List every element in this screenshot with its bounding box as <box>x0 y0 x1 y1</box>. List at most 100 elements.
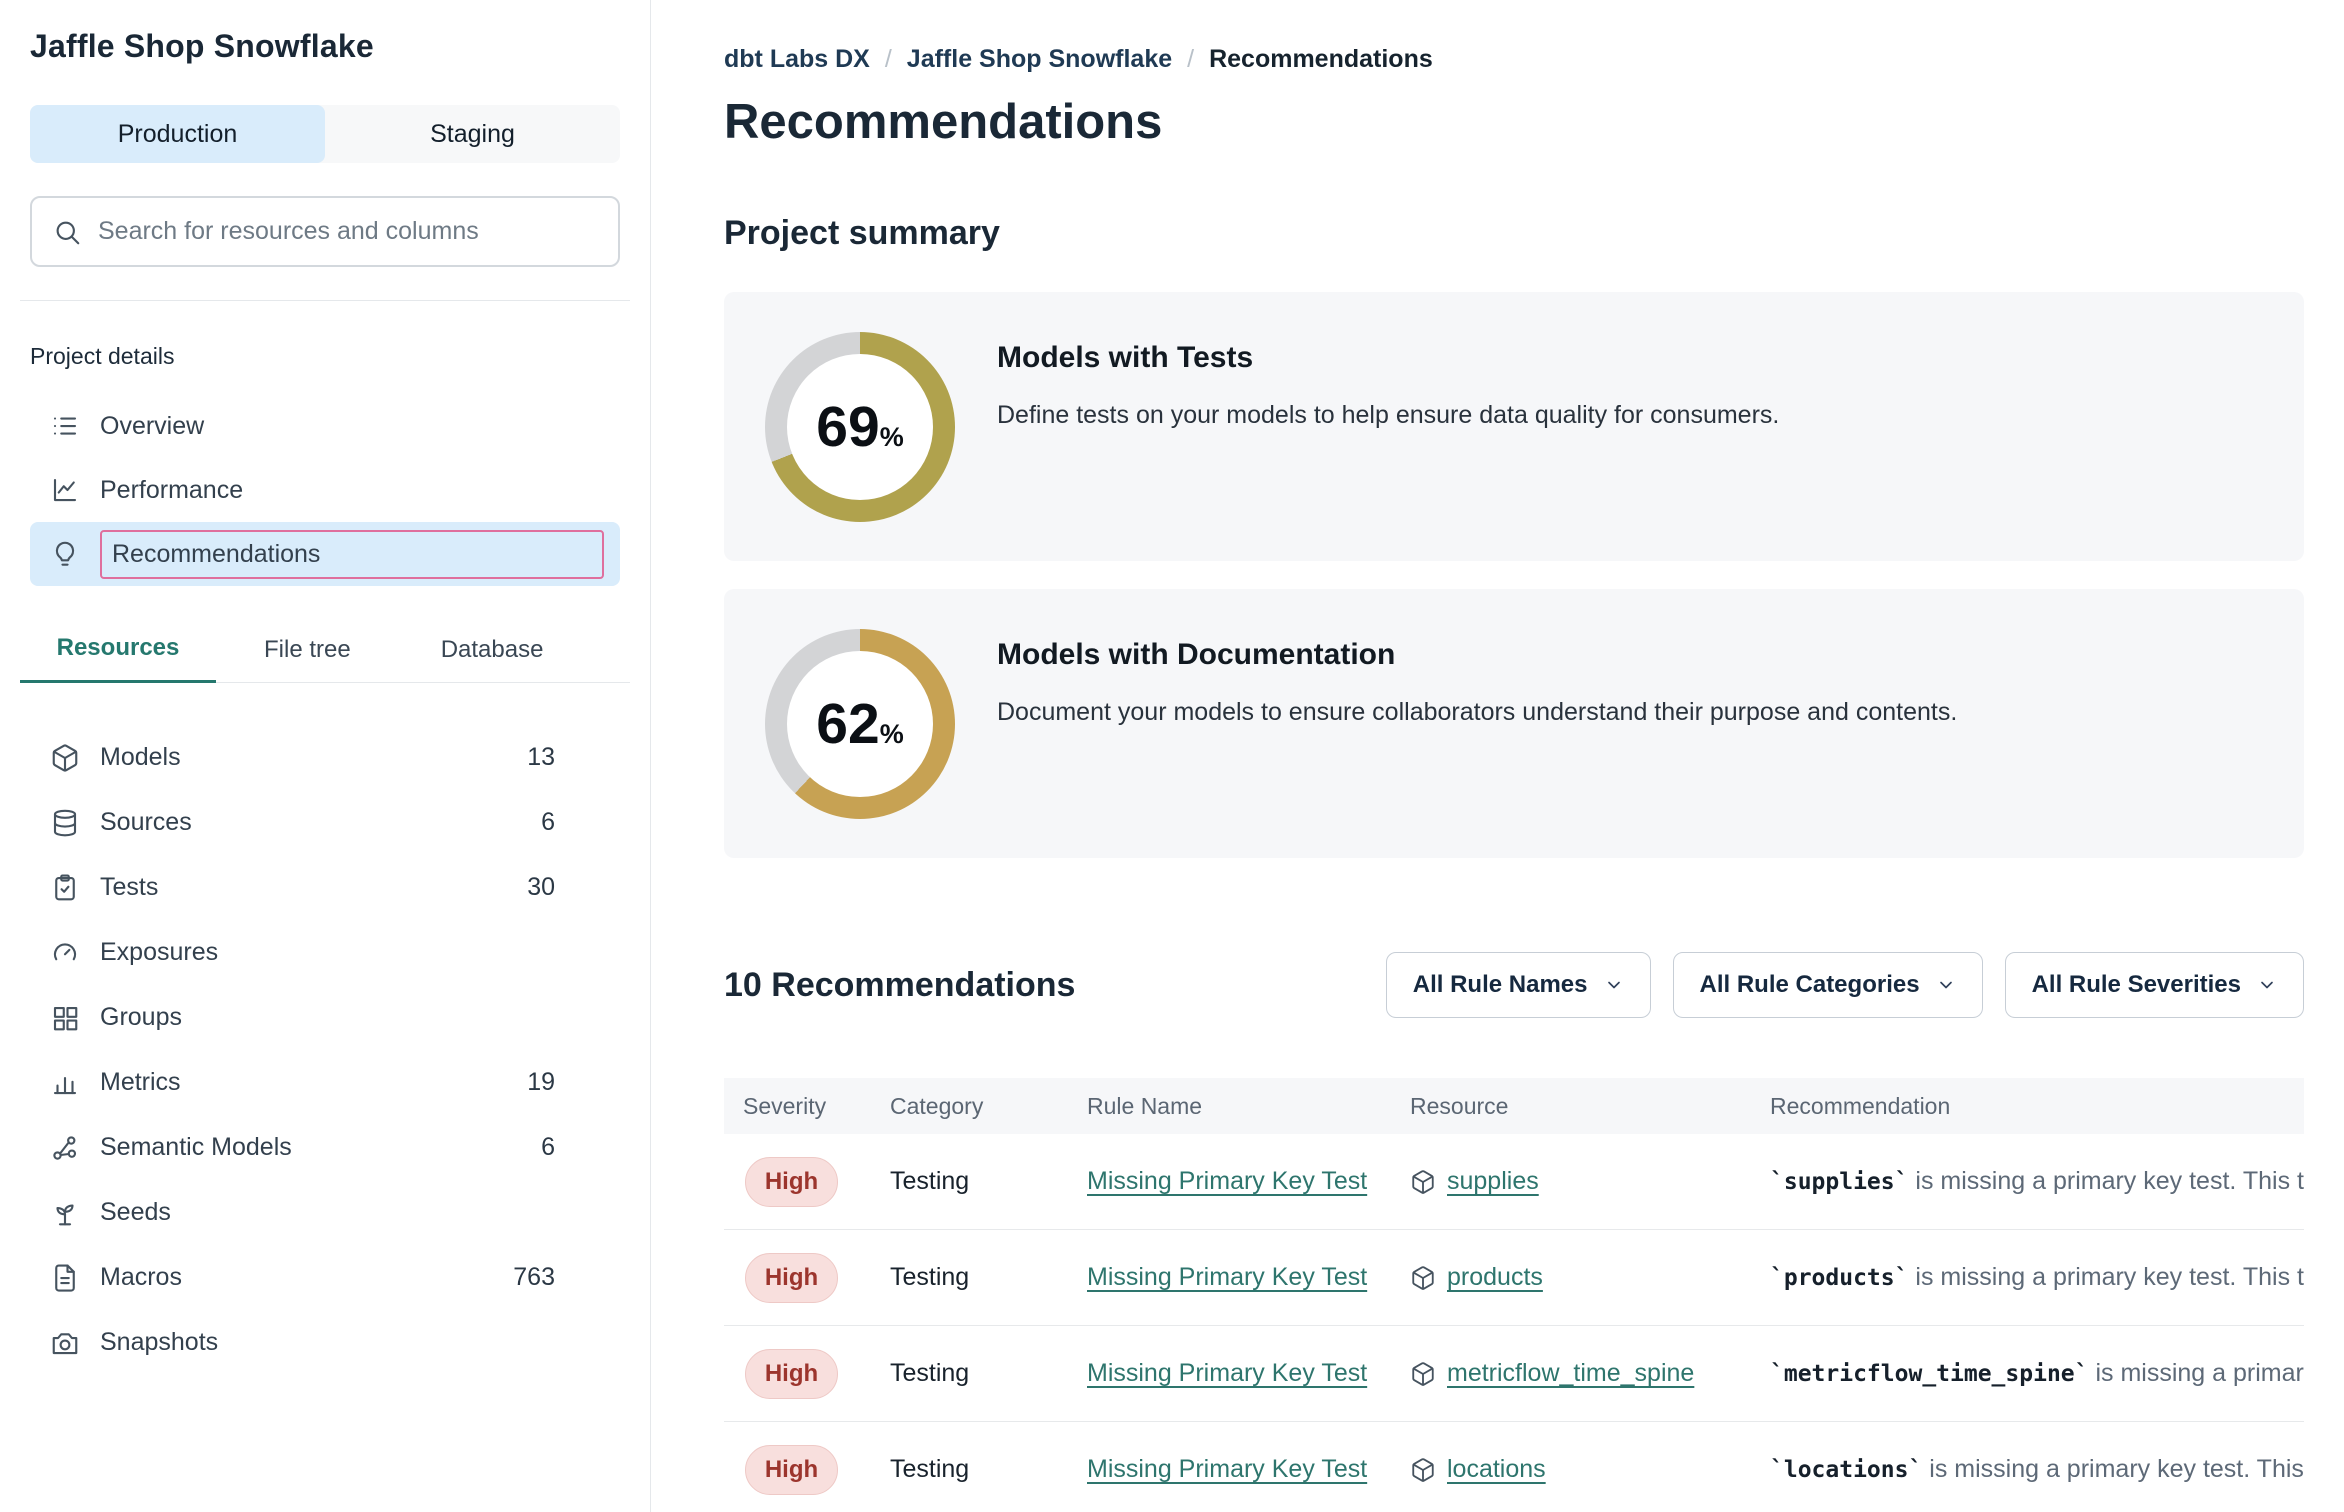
resource-row-models[interactable]: Models 13 <box>30 725 620 790</box>
card-description: Document your models to ensure collabora… <box>997 698 1957 727</box>
category-cell: Testing <box>890 1167 1087 1196</box>
col-recommendation: Recommendation <box>1770 1093 2304 1120</box>
resource-link[interactable]: locations <box>1447 1455 1546 1484</box>
table-row: High Testing Missing Primary Key Test su… <box>724 1134 2304 1230</box>
resource-count: 13 <box>527 743 555 772</box>
resource-label: Exposures <box>100 938 218 967</box>
rule-name-link[interactable]: Missing Primary Key Test <box>1087 1359 1367 1387</box>
card-title: Models with Documentation <box>997 638 1957 672</box>
category-cell: Testing <box>890 1263 1087 1292</box>
project-title: Jaffle Shop Snowflake <box>30 28 620 65</box>
tab-database[interactable]: Database <box>441 636 544 682</box>
search-box[interactable] <box>30 196 620 267</box>
percent-sign: % <box>880 719 904 750</box>
bar-chart-icon <box>50 1068 80 1098</box>
recommendation-cell: `metricflow_time_spine` is missing a pri… <box>1770 1359 2304 1388</box>
tab-staging[interactable]: Staging <box>325 105 620 163</box>
cube-icon <box>50 743 80 773</box>
tab-file-tree[interactable]: File tree <box>264 636 351 682</box>
project-summary-heading: Project summary <box>724 214 2344 253</box>
resource-count: 6 <box>541 808 555 837</box>
tests-coverage-donut: 69 % <box>765 332 955 522</box>
summary-card-documentation: 62 % Models with Documentation Document … <box>724 589 2304 858</box>
recommendation-cell: `supplies` is missing a primary key test… <box>1770 1167 2304 1196</box>
breadcrumb: dbt Labs DX / Jaffle Shop Snowflake / Re… <box>724 45 2344 74</box>
clipboard-check-icon <box>50 873 80 903</box>
tests-coverage-percent: 69 <box>816 394 879 460</box>
app-window: Jaffle Shop Snowflake Production Staging… <box>0 0 2344 1512</box>
resource-row-seeds[interactable]: Seeds <box>30 1180 620 1245</box>
category-cell: Testing <box>890 1455 1087 1484</box>
resource-link[interactable]: metricflow_time_spine <box>1447 1359 1694 1388</box>
percent-sign: % <box>880 422 904 453</box>
resource-list: Models 13 Sources 6 Tests 30 <box>30 725 620 1375</box>
filter-rule-categories[interactable]: All Rule Categories <box>1673 952 1983 1018</box>
graph-nodes-icon <box>50 1133 80 1163</box>
resource-row-snapshots[interactable]: Snapshots <box>30 1310 620 1375</box>
resource-row-semantic-models[interactable]: Semantic Models 6 <box>30 1115 620 1180</box>
cube-icon <box>1410 1265 1436 1291</box>
col-category: Category <box>890 1093 1087 1120</box>
resource-row-macros[interactable]: Macros 763 <box>30 1245 620 1310</box>
lightbulb-icon <box>50 539 80 569</box>
resource-label: Snapshots <box>100 1328 218 1357</box>
resource-link[interactable]: supplies <box>1447 1167 1539 1196</box>
filter-rule-severities[interactable]: All Rule Severities <box>2005 952 2304 1018</box>
nav-item-label-focused: Recommendations <box>100 530 604 579</box>
card-description: Define tests on your models to help ensu… <box>997 401 1779 430</box>
resource-link[interactable]: products <box>1447 1263 1543 1292</box>
recommendations-heading: 10 Recommendations <box>724 966 1075 1005</box>
search-icon <box>52 217 82 247</box>
sidebar-divider <box>20 300 630 301</box>
rule-name-link[interactable]: Missing Primary Key Test <box>1087 1167 1367 1195</box>
recommendations-table: Severity Category Rule Name Resource Rec… <box>724 1078 2304 1512</box>
search-input[interactable] <box>98 217 598 246</box>
main-content: dbt Labs DX / Jaffle Shop Snowflake / Re… <box>651 0 2344 1512</box>
table-row: High Testing Missing Primary Key Test pr… <box>724 1230 2304 1326</box>
rule-name-link[interactable]: Missing Primary Key Test <box>1087 1455 1367 1483</box>
project-details-label: Project details <box>30 343 620 370</box>
resource-label: Models <box>100 743 181 772</box>
tab-resources[interactable]: Resources <box>20 634 216 683</box>
breadcrumb-project[interactable]: Jaffle Shop Snowflake <box>907 45 1172 74</box>
list-icon <box>50 411 80 441</box>
resource-label: Sources <box>100 808 192 837</box>
resource-row-sources[interactable]: Sources 6 <box>30 790 620 855</box>
rule-name-link[interactable]: Missing Primary Key Test <box>1087 1263 1367 1291</box>
resource-tabs: Resources File tree Database <box>20 634 630 683</box>
resource-count: 30 <box>527 873 555 902</box>
nav-item-recommendations[interactable]: Recommendations <box>30 522 620 586</box>
table-header: Severity Category Rule Name Resource Rec… <box>724 1078 2304 1134</box>
severity-badge: High <box>745 1349 838 1399</box>
resource-row-exposures[interactable]: Exposures <box>30 920 620 985</box>
breadcrumb-dbt-labs-dx[interactable]: dbt Labs DX <box>724 45 870 74</box>
chevron-down-icon <box>1936 975 1956 995</box>
chevron-down-icon <box>1604 975 1624 995</box>
document-icon <box>50 1263 80 1293</box>
col-rule-name: Rule Name <box>1087 1093 1410 1120</box>
card-title: Models with Tests <box>997 341 1779 375</box>
resource-row-tests[interactable]: Tests 30 <box>30 855 620 920</box>
breadcrumb-separator: / <box>1187 45 1194 74</box>
severity-badge: High <box>745 1157 838 1207</box>
table-row: High Testing Missing Primary Key Test me… <box>724 1326 2304 1422</box>
resource-row-metrics[interactable]: Metrics 19 <box>30 1050 620 1115</box>
nav-item-overview[interactable]: Overview <box>30 394 620 458</box>
nav-item-performance[interactable]: Performance <box>30 458 620 522</box>
breadcrumb-current: Recommendations <box>1209 45 1433 74</box>
cube-icon <box>1410 1169 1436 1195</box>
resource-count: 19 <box>527 1068 555 1097</box>
resource-row-groups[interactable]: Groups <box>30 985 620 1050</box>
resource-count: 763 <box>513 1263 555 1292</box>
docs-coverage-percent: 62 <box>816 691 879 757</box>
line-chart-icon <box>50 475 80 505</box>
nav-item-label: Performance <box>100 476 243 505</box>
resource-label: Semantic Models <box>100 1133 292 1162</box>
page-title: Recommendations <box>724 94 2344 150</box>
cube-icon <box>1410 1361 1436 1387</box>
filter-rule-names[interactable]: All Rule Names <box>1386 952 1651 1018</box>
tab-production[interactable]: Production <box>30 105 325 163</box>
gauge-icon <box>50 938 80 968</box>
col-resource: Resource <box>1410 1093 1770 1120</box>
chevron-down-icon <box>2257 975 2277 995</box>
